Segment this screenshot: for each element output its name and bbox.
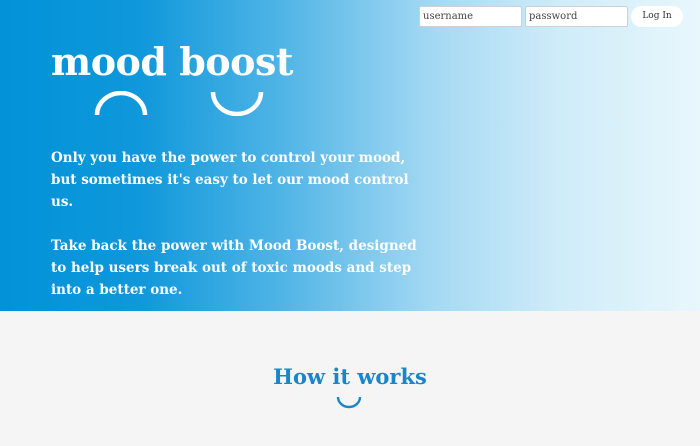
frown-arc-icon — [94, 91, 148, 116]
how-it-works-section: How it works — [0, 311, 700, 446]
hero-paragraph-intro: Only you have the power to control your … — [51, 150, 409, 210]
how-it-works-heading: How it works — [273, 364, 427, 389]
login-button[interactable]: Log In — [631, 6, 683, 27]
login-form: Log In — [419, 6, 694, 27]
hero-paragraph-pitch: Take back the power with Mood Boost, des… — [51, 238, 417, 298]
smile-arc-icon — [210, 91, 264, 116]
hero-copy: Only you have the power to control your … — [51, 147, 421, 301]
username-input[interactable] — [419, 6, 522, 27]
password-input[interactable] — [525, 6, 628, 27]
hero-section: Log In mood boost Only you have the powe… — [0, 0, 700, 311]
smile-arc-icon — [336, 396, 362, 409]
logo-wordmark: mood boost — [51, 39, 293, 84]
